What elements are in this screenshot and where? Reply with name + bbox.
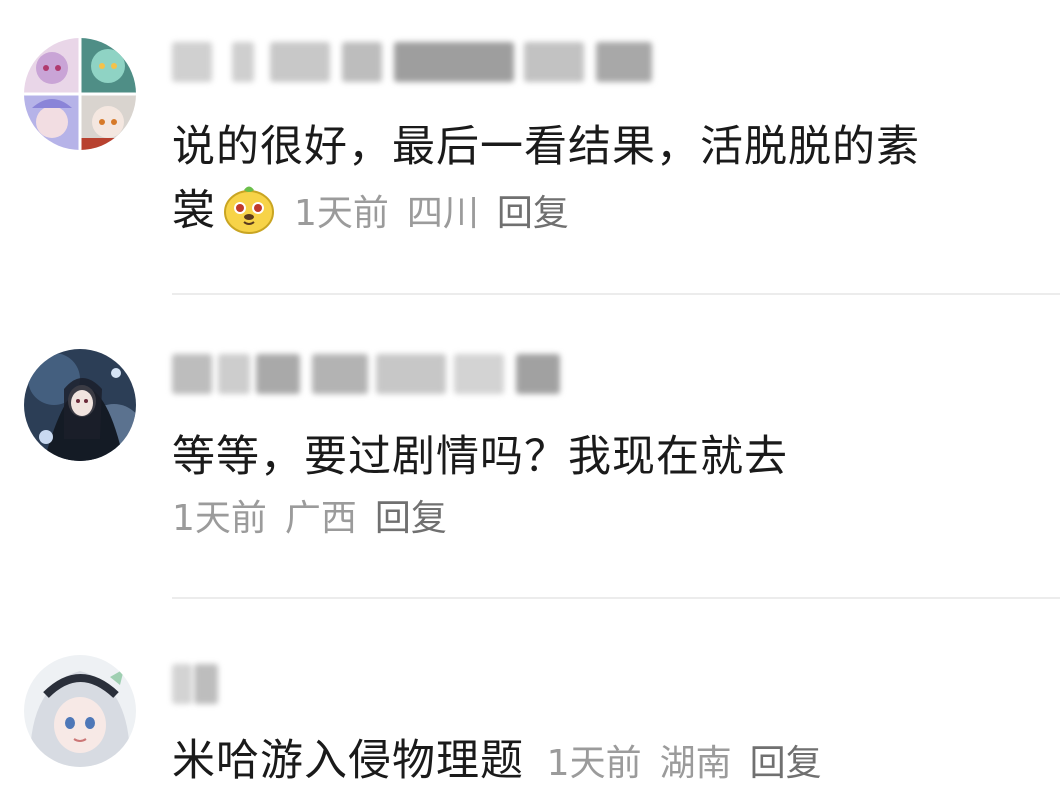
comment-location: 广西 (284, 498, 357, 539)
username-blurred[interactable] (172, 354, 572, 398)
divider (172, 293, 1060, 295)
avatar[interactable] (24, 38, 136, 150)
comment-location: 湖南 (659, 743, 732, 784)
username-blurred[interactable] (172, 664, 232, 708)
comment-time: 1天前 (294, 193, 389, 234)
comment-text: 米哈游入侵物理题 1天前 湖南 回复 (172, 730, 822, 795)
reply-button[interactable]: 回复 (497, 193, 569, 234)
avatar-collage-image (24, 38, 136, 150)
comment-text-line2: 裳 1天前 四川 回复 (172, 180, 920, 245)
divider (172, 597, 1060, 599)
comment-text-tail: 裳 (172, 186, 216, 236)
yellow-mascot-emoji-icon (224, 186, 274, 234)
reply-button[interactable]: 回复 (750, 743, 822, 784)
reply-button[interactable]: 回复 (375, 498, 447, 539)
comment-text: 等等，要过剧情吗？我现在就去 1天前 广西 回复 (172, 426, 788, 550)
comment-text-line1: 说的很好，最后一看结果，活脱脱的素 (172, 122, 920, 172)
comment-time: 1天前 (172, 498, 267, 539)
avatar-dark-character-image (24, 349, 136, 461)
avatar[interactable] (24, 349, 136, 461)
comment-meta: 1天前 湖南 回复 (547, 743, 822, 784)
comment-time: 1天前 (546, 743, 642, 784)
avatar[interactable] (24, 655, 136, 767)
username-blurred[interactable] (172, 42, 672, 86)
comment-meta: 1天前 四川 回复 (294, 193, 569, 234)
comment-text-line1: 等等，要过剧情吗？我现在就去 (172, 432, 788, 482)
comment-meta: 1天前 广西 回复 (172, 488, 788, 550)
comment-text: 说的很好，最后一看结果，活脱脱的素 裳 1天前 四川 回复 (172, 116, 920, 245)
comment-text-line1: 米哈游入侵物理题 (172, 736, 524, 786)
comment-location: 四川 (406, 193, 479, 234)
avatar-silver-hair-character-image (24, 655, 136, 767)
